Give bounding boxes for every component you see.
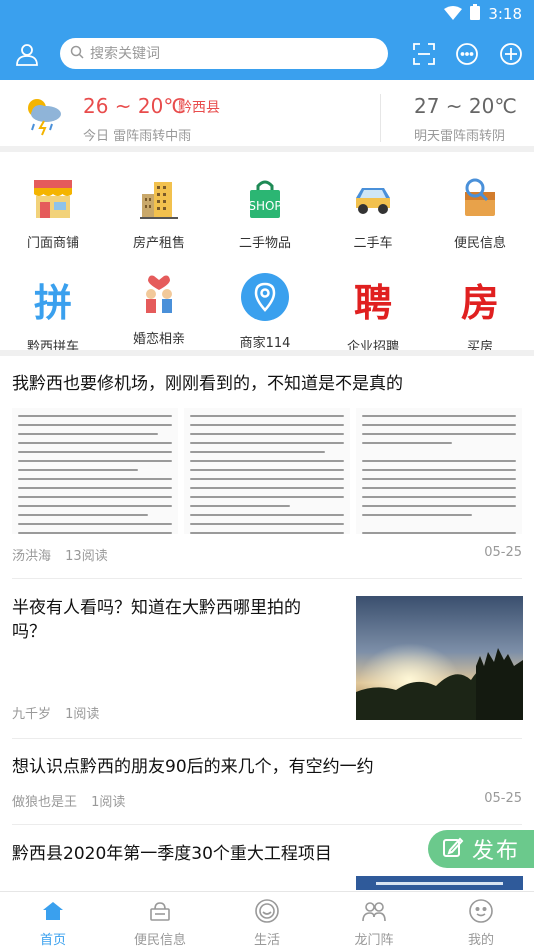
wifi-icon bbox=[444, 5, 463, 24]
category-merchant-114[interactable]: 商家114 bbox=[212, 254, 318, 351]
car-icon bbox=[346, 176, 400, 222]
message-icon[interactable] bbox=[453, 40, 481, 68]
category-label: 便民信息 bbox=[453, 236, 506, 251]
tab-label: 便民信息 bbox=[133, 933, 186, 948]
category-convenience-info[interactable]: 便民信息 bbox=[427, 158, 533, 251]
app-header bbox=[0, 28, 534, 80]
category-label: 商家114 bbox=[239, 336, 291, 351]
category-real-estate[interactable]: 房产租售 bbox=[106, 158, 212, 251]
post-thumbnail bbox=[184, 408, 350, 534]
tomorrow-temperature: 27 ~ 20℃ bbox=[414, 94, 517, 118]
post-meta: 九千岁 1阅读 bbox=[12, 703, 99, 722]
building-icon bbox=[132, 176, 186, 222]
category-label: 房产租售 bbox=[132, 236, 185, 251]
home-icon bbox=[40, 898, 66, 924]
post-thumbnail bbox=[12, 408, 178, 534]
tab-longmenzhen[interactable]: 龙门阵 bbox=[321, 892, 427, 949]
weather-widget[interactable]: 26 ~ 20℃ 黔西县 今日 雷阵雨转中雨 27 ~ 20℃ 明天雷阵雨转阴 bbox=[0, 80, 534, 152]
recruit-char-icon: 聘 bbox=[346, 272, 400, 326]
post-title: 我黔西也要修机场，刚刚看到的，不知道是不是真的 bbox=[12, 374, 403, 394]
category-buy-house[interactable]: 房 买房 bbox=[427, 254, 533, 356]
search-icon bbox=[70, 44, 84, 63]
info-search-icon bbox=[453, 176, 507, 222]
bottom-tab-bar: 首页 便民信息 生活 龙门阵 我的 bbox=[0, 891, 534, 949]
post-thumbnail bbox=[356, 408, 522, 534]
post-title: 黔西县2020年第一季度30个重大工程项目 bbox=[12, 844, 332, 864]
tab-label: 龙门阵 bbox=[354, 933, 394, 948]
post-reads: 1阅读 bbox=[91, 795, 126, 810]
profile-icon bbox=[468, 898, 494, 924]
category-label: 二手车 bbox=[353, 236, 393, 251]
post-author[interactable]: 汤洪海 bbox=[12, 549, 51, 564]
tab-mine[interactable]: 我的 bbox=[428, 892, 534, 949]
post-divider bbox=[12, 738, 522, 739]
post-date: 05-25 bbox=[484, 545, 522, 560]
publish-label: 发布 bbox=[472, 839, 521, 864]
info-icon bbox=[147, 898, 173, 924]
post-reads: 13阅读 bbox=[65, 549, 108, 564]
post-reads: 1阅读 bbox=[65, 707, 100, 722]
tab-label: 首页 bbox=[39, 933, 66, 948]
post-title: 半夜有人看吗？知道在大黔西哪里拍的吗？ bbox=[12, 598, 301, 642]
carpool-char: 拼 bbox=[33, 280, 72, 325]
thunderstorm-rain-icon bbox=[22, 94, 66, 142]
today-weather-desc: 今日 雷阵雨转中雨 bbox=[83, 129, 192, 144]
edit-icon bbox=[442, 836, 464, 862]
scan-icon[interactable] bbox=[410, 40, 438, 68]
search-input[interactable] bbox=[90, 45, 370, 62]
tomorrow-weather-desc: 明天雷阵雨转阴 bbox=[414, 129, 506, 144]
county-name: 黔西县 bbox=[178, 100, 220, 116]
post-date: 05-25 bbox=[484, 791, 522, 806]
search-bar[interactable] bbox=[60, 38, 388, 69]
post-meta: 做狼也是王 1阅读 bbox=[12, 791, 125, 810]
post-author[interactable]: 做狼也是王 bbox=[12, 795, 77, 810]
chat-group-icon bbox=[361, 898, 387, 924]
recruit-char: 聘 bbox=[353, 280, 392, 325]
category-dating[interactable]: 婚恋相亲 bbox=[106, 254, 212, 347]
couple-icon bbox=[132, 272, 186, 318]
storefront-icon bbox=[26, 176, 80, 222]
publish-button[interactable]: 发布 bbox=[428, 830, 534, 868]
post-title: 想认识点黔西的朋友90后的来几个，有空约一约 bbox=[12, 757, 374, 777]
tab-home[interactable]: 首页 bbox=[0, 892, 106, 949]
category-carpool[interactable]: 拼 黔西拼车 bbox=[0, 254, 106, 356]
post-author[interactable]: 九千岁 bbox=[12, 707, 51, 722]
status-bar: 3:18 bbox=[0, 0, 534, 28]
battery-icon bbox=[470, 4, 481, 24]
pin-char-icon: 拼 bbox=[26, 272, 80, 326]
category-secondhand-goods[interactable]: SHOP 二手物品 bbox=[212, 158, 318, 251]
category-label: 门面商铺 bbox=[26, 236, 79, 251]
tab-label: 我的 bbox=[467, 933, 494, 948]
category-label: 二手物品 bbox=[238, 236, 291, 251]
svg-text:SHOP: SHOP bbox=[248, 199, 281, 213]
post-meta: 汤洪海 13阅读 bbox=[12, 545, 108, 564]
shopping-bag-icon: SHOP bbox=[238, 176, 292, 222]
life-icon bbox=[254, 898, 280, 924]
category-recruitment[interactable]: 聘 企业招聘 bbox=[320, 254, 426, 356]
post-thumbnail-photo bbox=[356, 596, 523, 720]
tab-convenience-info[interactable]: 便民信息 bbox=[107, 892, 213, 949]
post-divider bbox=[12, 578, 522, 579]
category-used-car[interactable]: 二手车 bbox=[320, 158, 426, 251]
post-divider bbox=[12, 824, 522, 825]
section-separator bbox=[0, 350, 534, 356]
status-time: 3:18 bbox=[488, 5, 522, 23]
category-grid: 门面商铺 房产租售 SHOP 二手物品 二手车 便民信息 拼 黔西拼车 婚恋相亲… bbox=[0, 158, 534, 356]
category-storefront[interactable]: 门面商铺 bbox=[0, 158, 106, 251]
user-icon[interactable] bbox=[13, 40, 41, 68]
house-char-icon: 房 bbox=[453, 272, 507, 326]
today-temperature: 26 ~ 20℃ bbox=[83, 94, 186, 118]
tab-label: 生活 bbox=[253, 933, 280, 948]
house-char: 房 bbox=[460, 280, 499, 325]
tab-life[interactable]: 生活 bbox=[214, 892, 320, 949]
add-icon[interactable] bbox=[497, 40, 525, 68]
weather-divider bbox=[380, 94, 381, 142]
post-thumbnail bbox=[356, 876, 523, 890]
category-label: 婚恋相亲 bbox=[132, 332, 185, 347]
location-pin-icon bbox=[238, 272, 292, 322]
